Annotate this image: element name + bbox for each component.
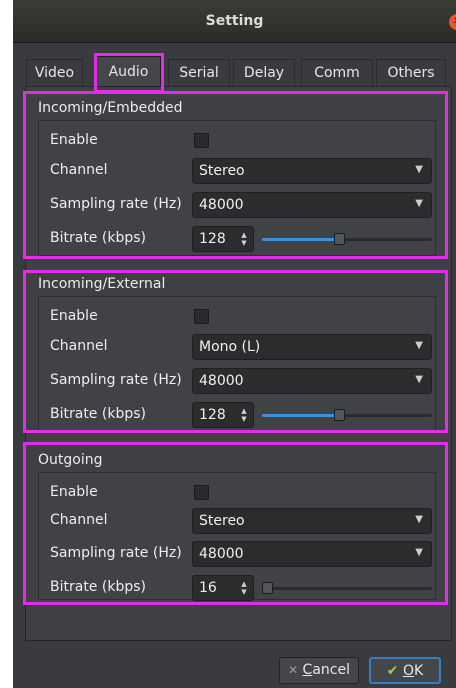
- chevron-down-icon: ▼: [415, 340, 423, 351]
- enable-checkbox[interactable]: [194, 485, 209, 500]
- enable-checkbox[interactable]: [194, 133, 209, 148]
- bitrate-value: 128: [199, 407, 226, 423]
- sampling-rate-value: 48000: [199, 546, 244, 562]
- bitrate-spinbox[interactable]: 128 ▲ ▼: [192, 402, 254, 428]
- cancel-mnemonic: C: [302, 662, 313, 678]
- slider-fill: [262, 414, 340, 417]
- slider-handle[interactable]: [334, 409, 345, 421]
- tab-label: Serial: [179, 65, 219, 81]
- bitrate-slider[interactable]: [262, 408, 432, 422]
- bitrate-slider[interactable]: [262, 232, 432, 246]
- tab-serial[interactable]: Serial: [168, 59, 230, 87]
- ok-mnemonic: O: [402, 663, 415, 679]
- sampling-rate-value: 48000: [199, 197, 244, 213]
- group-title: Incoming/Embedded: [38, 100, 183, 116]
- sampling-rate-label: Sampling rate (Hz): [50, 372, 182, 388]
- cancel-button[interactable]: ✕ Cancel: [279, 657, 359, 684]
- bitrate-spinbox[interactable]: 16 ▲ ▼: [192, 575, 254, 601]
- close-icon: ✕: [288, 663, 299, 677]
- bitrate-spinbox[interactable]: 128 ▲ ▼: [192, 226, 254, 252]
- window-title: Setting: [205, 13, 264, 29]
- chevron-down-icon: ▼: [415, 198, 423, 209]
- channel-label: Channel: [50, 512, 108, 528]
- sampling-rate-select[interactable]: 48000 ▼: [192, 541, 432, 567]
- slider-track: [262, 587, 432, 590]
- group-title: Outgoing: [38, 452, 103, 468]
- sampling-rate-label: Sampling rate (Hz): [50, 196, 182, 212]
- tab-delay[interactable]: Delay: [233, 59, 295, 87]
- tab-label: Delay: [243, 65, 285, 81]
- group-title: Incoming/External: [38, 276, 166, 292]
- channel-value: Mono (L): [199, 339, 261, 355]
- bitrate-slider[interactable]: [262, 581, 432, 595]
- ok-label: K: [414, 663, 424, 679]
- tab-label: Others: [387, 65, 435, 81]
- spin-arrows-icon[interactable]: ▲ ▼: [239, 407, 249, 423]
- enable-label: Enable: [50, 484, 98, 500]
- tab-audio[interactable]: Audio: [96, 56, 161, 88]
- bitrate-label: Bitrate (kbps): [50, 406, 146, 422]
- bitrate-value: 16: [199, 580, 217, 596]
- sampling-rate-select[interactable]: 48000 ▼: [192, 368, 432, 394]
- check-icon: ✔: [386, 663, 399, 679]
- tab-label: Comm: [314, 65, 360, 81]
- enable-label: Enable: [50, 132, 98, 148]
- chevron-down-icon: ▼: [415, 374, 423, 385]
- channel-select[interactable]: Mono (L) ▼: [192, 334, 432, 360]
- cancel-label: ancel: [312, 662, 350, 678]
- bitrate-label: Bitrate (kbps): [50, 579, 146, 595]
- tab-video[interactable]: Video: [26, 59, 83, 87]
- channel-label: Channel: [50, 338, 108, 354]
- channel-value: Stereo: [199, 163, 245, 179]
- channel-select[interactable]: Stereo ▼: [192, 158, 432, 184]
- slider-fill: [262, 238, 340, 241]
- ok-button[interactable]: ✔ OK: [369, 657, 441, 684]
- slider-handle[interactable]: [334, 233, 345, 245]
- spin-arrows-icon[interactable]: ▲ ▼: [239, 231, 249, 247]
- enable-label: Enable: [50, 308, 98, 324]
- title-bar: Setting ✕: [13, 0, 456, 43]
- channel-select[interactable]: Stereo ▼: [192, 508, 432, 534]
- group-incoming-external: Incoming/External Enable Channel Mono (L…: [26, 268, 448, 436]
- chevron-down-icon: ▼: [415, 514, 423, 525]
- tab-comm[interactable]: Comm: [301, 59, 373, 87]
- tab-bar: Video Audio Serial Delay Comm Others: [13, 56, 456, 88]
- tab-others[interactable]: Others: [376, 59, 446, 87]
- group-incoming-embedded: Incoming/Embedded Enable Channel Stereo …: [26, 92, 448, 260]
- tab-label: Video: [34, 65, 75, 81]
- bitrate-value: 128: [199, 231, 226, 247]
- channel-value: Stereo: [199, 513, 245, 529]
- sampling-rate-label: Sampling rate (Hz): [50, 545, 182, 561]
- sampling-rate-select[interactable]: 48000 ▼: [192, 192, 432, 218]
- spin-arrows-icon[interactable]: ▲ ▼: [239, 580, 249, 596]
- chevron-down-icon: ▼: [415, 547, 423, 558]
- enable-checkbox[interactable]: [194, 309, 209, 324]
- chevron-down-icon: ▼: [415, 164, 423, 175]
- channel-label: Channel: [50, 162, 108, 178]
- tab-label: Audio: [108, 64, 149, 80]
- group-outgoing: Outgoing Enable Channel Stereo ▼ Samplin…: [26, 444, 448, 604]
- slider-handle[interactable]: [262, 582, 273, 594]
- sampling-rate-value: 48000: [199, 373, 244, 389]
- bitrate-label: Bitrate (kbps): [50, 230, 146, 246]
